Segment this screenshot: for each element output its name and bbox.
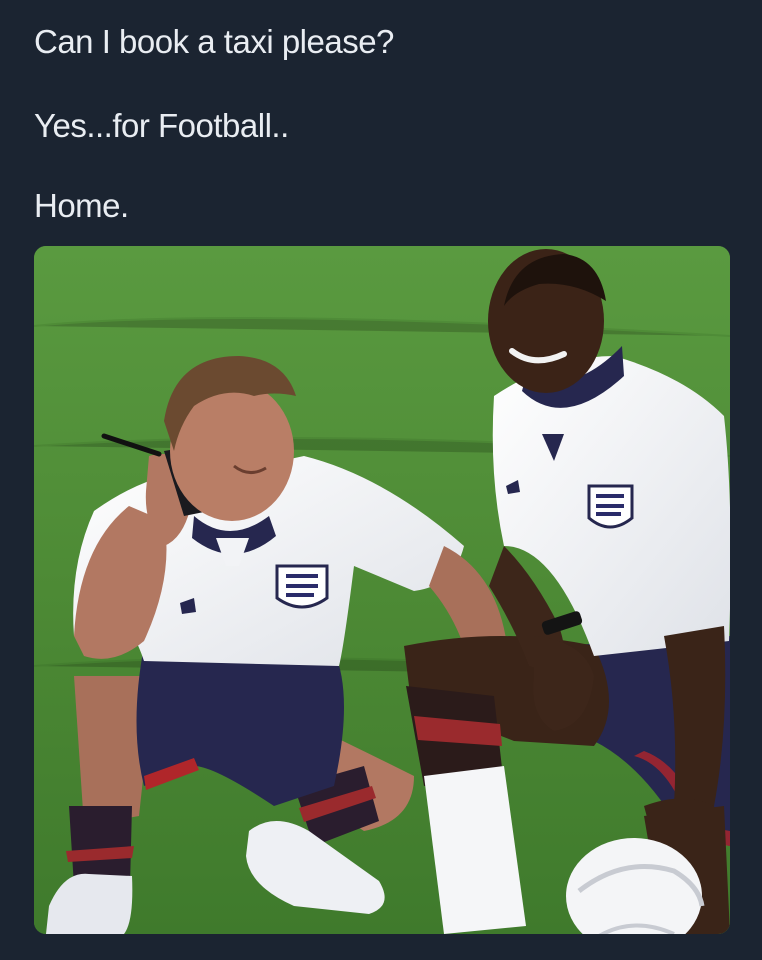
caption-line-1: Can I book a taxi please? [34,23,394,60]
meme-post: Can I book a taxi please? Yes...for Foot… [0,0,762,960]
caption-line-2: Yes...for Football.. [34,107,289,144]
caption-line-3: Home. [34,187,129,224]
meme-photo[interactable] [34,246,730,934]
